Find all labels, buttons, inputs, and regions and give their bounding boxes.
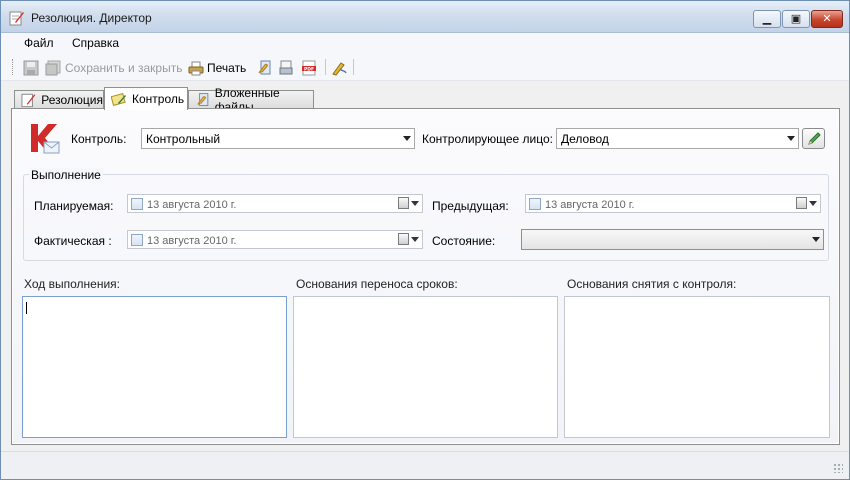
resolution-app-icon xyxy=(9,11,24,26)
pdf-icon: PDF xyxy=(302,60,316,76)
state-label: Состояние: xyxy=(432,234,496,248)
save-close-label: Сохранить и закрыть xyxy=(65,61,183,75)
status-bar xyxy=(1,451,849,479)
save-button[interactable] xyxy=(23,59,39,77)
reschedule-reason-textarea[interactable] xyxy=(293,296,558,438)
previous-date-label: Предыдущая: xyxy=(432,199,509,213)
control-label: Контроль: xyxy=(71,132,127,146)
removal-reason-label: Основания снятия с контроля: xyxy=(567,277,737,291)
chevron-down-icon xyxy=(411,200,419,206)
previous-date-checkbox[interactable] xyxy=(529,197,541,210)
progress-label: Ход выполнения: xyxy=(24,277,120,291)
planned-date-label: Планируемая: xyxy=(34,199,114,213)
progress-textarea[interactable] xyxy=(22,296,287,438)
chevron-down-icon xyxy=(787,136,795,141)
calendar-icon xyxy=(796,197,807,209)
control-type-select[interactable]: Контрольный xyxy=(141,128,415,149)
svg-text:PDF: PDF xyxy=(304,66,314,72)
attached-files-icon xyxy=(197,93,209,106)
calendar-dropdown-button[interactable] xyxy=(398,233,419,245)
pdf-button[interactable]: PDF xyxy=(301,59,317,77)
state-select[interactable] xyxy=(521,229,824,250)
close-button[interactable]: ✕ xyxy=(811,10,843,28)
planned-date-checkbox[interactable] xyxy=(131,197,143,210)
sign-button[interactable] xyxy=(331,59,347,77)
floppy-disk-icon xyxy=(23,60,39,76)
controller-label: Контролирующее лицо: xyxy=(422,132,553,146)
maximize-button[interactable]: ▣ xyxy=(782,10,810,28)
execution-group-title: Выполнение xyxy=(29,168,103,182)
actual-date-picker[interactable]: 13 августа 2010 г. xyxy=(127,230,423,249)
paperclip-document-icon xyxy=(258,60,271,75)
controller-value: Деловод xyxy=(561,132,609,146)
planned-date-value: 13 августа 2010 г. xyxy=(147,198,237,211)
calendar-icon xyxy=(398,197,409,209)
tab-resolution[interactable]: Резолюция xyxy=(14,90,104,109)
print-button[interactable]: Печать xyxy=(188,59,246,77)
previous-date-picker[interactable]: 13 августа 2010 г. xyxy=(525,194,821,213)
menu-file[interactable]: Файл xyxy=(24,36,54,50)
removal-reason-textarea[interactable] xyxy=(564,296,830,438)
toolbar: Сохранить и закрыть Печать PDF xyxy=(1,55,849,81)
calendar-dropdown-button[interactable] xyxy=(796,197,817,209)
chevron-down-icon xyxy=(411,236,419,242)
toolbar-separator xyxy=(325,59,326,75)
menu-bar: Файл Справка xyxy=(1,33,849,55)
control-note-icon xyxy=(111,92,126,106)
resize-grip-icon[interactable] xyxy=(833,463,843,473)
attach-button[interactable] xyxy=(256,59,272,77)
title-bar[interactable]: Резолюция. Директор ▁ ▣ ✕ xyxy=(1,1,849,33)
toolbar-grip[interactable] xyxy=(12,59,15,75)
actual-date-value: 13 августа 2010 г. xyxy=(147,234,237,247)
control-type-value: Контрольный xyxy=(146,132,221,146)
chevron-down-icon xyxy=(809,200,817,206)
restore-icon: ▣ xyxy=(790,13,802,25)
text-caret xyxy=(26,302,27,314)
sign-pen-icon xyxy=(332,62,347,76)
minimize-icon: ▁ xyxy=(762,13,772,25)
controller-select[interactable]: Деловод xyxy=(556,128,799,149)
actual-date-label: Фактическая : xyxy=(34,234,112,248)
menu-help[interactable]: Справка xyxy=(72,36,119,50)
chevron-down-icon xyxy=(403,136,411,141)
tab-attached-files[interactable]: Вложенные файлы xyxy=(188,86,314,114)
scanner-icon xyxy=(279,60,293,75)
planned-date-picker[interactable]: 13 августа 2010 г. xyxy=(127,194,423,213)
close-icon: ✕ xyxy=(822,13,832,25)
control-k-logo-icon xyxy=(31,124,60,154)
save-close-icon xyxy=(45,60,61,76)
actual-date-checkbox[interactable] xyxy=(131,233,143,246)
chevron-down-icon xyxy=(812,237,820,242)
scan-button[interactable] xyxy=(278,59,294,77)
tab-strip: Резолюция Контроль Вложенные файлы xyxy=(1,86,849,114)
tab-label: Резолюция xyxy=(41,93,103,107)
minimize-button[interactable]: ▁ xyxy=(753,10,781,28)
toolbar-separator xyxy=(353,59,354,75)
calendar-icon xyxy=(398,233,409,245)
app-window: Резолюция. Директор ▁ ▣ ✕ Файл Справка С… xyxy=(0,0,850,480)
calendar-dropdown-button[interactable] xyxy=(398,197,419,209)
pencil-icon xyxy=(808,132,821,145)
tab-control[interactable]: Контроль xyxy=(104,87,188,110)
resolution-icon xyxy=(21,93,36,108)
edit-controller-button[interactable] xyxy=(802,128,825,149)
save-close-button[interactable]: Сохранить и закрыть xyxy=(45,59,182,77)
tab-label: Контроль xyxy=(132,92,185,106)
reschedule-reason-label: Основания переноса сроков: xyxy=(296,277,458,291)
printer-icon xyxy=(188,61,204,76)
print-label: Печать xyxy=(207,61,247,75)
window-title: Резолюция. Директор xyxy=(31,11,152,25)
previous-date-value: 13 августа 2010 г. xyxy=(545,198,635,211)
